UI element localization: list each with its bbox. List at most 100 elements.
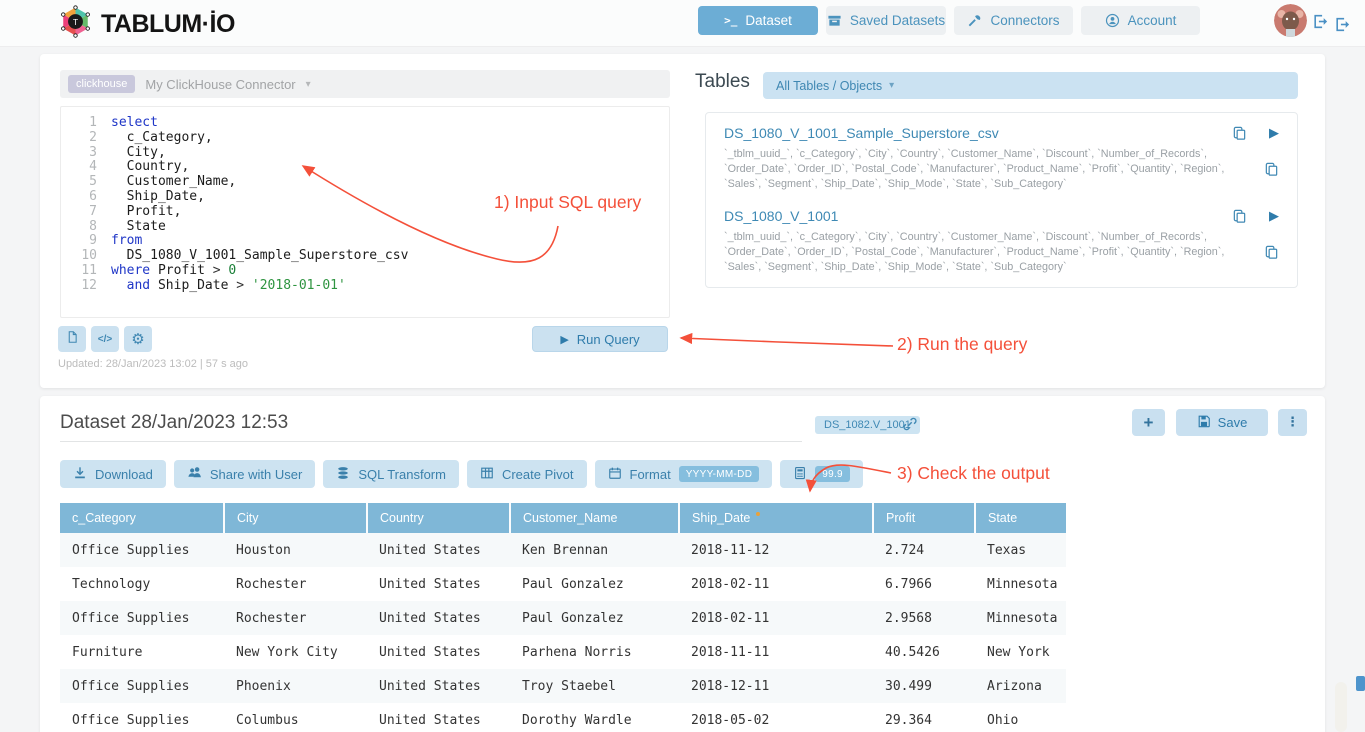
- table-link[interactable]: DS_1080_V_1001_Sample_Superstore_csv: [724, 125, 999, 141]
- column-header-ship-date[interactable]: Ship_Date: [679, 503, 873, 533]
- settings-button[interactable]: ⚙: [124, 326, 152, 352]
- annotation-step3: 3) Check the output: [897, 463, 1050, 484]
- table-cell: Furniture: [60, 635, 224, 669]
- share-label: Share with User: [210, 467, 302, 482]
- table-cell: Rochester: [224, 567, 367, 601]
- table-cell: 40.5426: [873, 635, 975, 669]
- table-cell: Phoenix: [224, 669, 367, 703]
- logo-text: TABLUM·İO: [101, 10, 235, 39]
- table-cell: United States: [367, 533, 510, 567]
- link-icon[interactable]: [902, 416, 918, 437]
- sql-transform-button[interactable]: SQL Transform: [323, 460, 459, 488]
- table-row[interactable]: Office SuppliesColumbusUnited StatesDoro…: [60, 703, 1066, 732]
- create-pivot-label: Create Pivot: [502, 467, 574, 482]
- download-label: Download: [95, 467, 153, 482]
- result-table: c_Category City Country Customer_Name Sh…: [60, 503, 1066, 732]
- table-cell: 30.499: [873, 669, 975, 703]
- kebab-icon: ⋮: [1286, 415, 1299, 430]
- updated-timestamp: Updated: 28/Jan/2023 13:02 | 57 s ago: [58, 358, 248, 370]
- navbar: T TABLUM·İO >_ Dataset Saved Datasets: [0, 0, 1365, 47]
- tab-account[interactable]: Account: [1081, 6, 1200, 35]
- copy-icon[interactable]: [1264, 162, 1279, 177]
- editor-gutter: 123456789101112: [61, 116, 111, 308]
- calendar-icon: [608, 466, 622, 483]
- table-row[interactable]: Office SuppliesHoustonUnited StatesKen B…: [60, 533, 1066, 567]
- table-cell: 2018-11-11: [679, 635, 873, 669]
- annotation-step2: 2) Run the query: [897, 334, 1027, 355]
- avatar[interactable]: [1274, 4, 1307, 37]
- wrench-icon: [967, 13, 982, 28]
- logout-icon[interactable]: [1312, 13, 1329, 35]
- column-header-profit[interactable]: Profit: [873, 503, 975, 533]
- new-file-button[interactable]: [58, 326, 86, 352]
- copy-icon[interactable]: [1232, 209, 1247, 224]
- tables-filter-label: All Tables / Objects: [776, 79, 882, 93]
- archive-icon: [827, 13, 842, 28]
- table-entry: DS_1080_V_1001_Sample_Superstore_csv ▶ `…: [724, 125, 1279, 192]
- connector-type-badge: clickhouse: [68, 75, 135, 93]
- logout-icon[interactable]: [1334, 16, 1351, 38]
- tab-connectors[interactable]: Connectors: [954, 6, 1073, 35]
- table-row[interactable]: FurnitureNew York CityUnited StatesParhe…: [60, 635, 1066, 669]
- precision-button[interactable]: 99.9: [780, 460, 863, 488]
- table-cell: Technology: [60, 567, 224, 601]
- table-cell: Minnesota: [975, 567, 1066, 601]
- download-icon: [73, 466, 87, 483]
- terminal-icon: >_: [724, 14, 737, 27]
- table-cell: Columbus: [224, 703, 367, 732]
- table-cell: New York: [975, 635, 1066, 669]
- run-query-label: Run Query: [577, 332, 640, 347]
- column-header-customer-name[interactable]: Customer_Name: [510, 503, 679, 533]
- logo[interactable]: T TABLUM·İO: [58, 4, 235, 44]
- logo-icon: T: [58, 4, 93, 44]
- table-cell: Paul Gonzalez: [510, 567, 679, 601]
- dataset-title: Dataset 28/Jan/2023 12:53: [60, 412, 288, 434]
- tables-filter-select[interactable]: All Tables / Objects ▾: [763, 72, 1298, 99]
- connector-selector[interactable]: clickhouse My ClickHouse Connector ▾: [60, 70, 670, 98]
- column-header-city[interactable]: City: [224, 503, 367, 533]
- tables-panel-title: Tables: [695, 71, 750, 93]
- save-button[interactable]: Save: [1176, 409, 1268, 436]
- column-header-country[interactable]: Country: [367, 503, 510, 533]
- play-icon[interactable]: ▶: [1269, 126, 1279, 141]
- dataset-section: Dataset 28/Jan/2023 12:53 DS_1082.V_1001…: [40, 396, 1325, 732]
- database-icon: [336, 466, 350, 483]
- table-row[interactable]: Office SuppliesRochesterUnited StatesPau…: [60, 601, 1066, 635]
- save-label: Save: [1218, 415, 1248, 430]
- table-cell: United States: [367, 703, 510, 732]
- table-cell: Office Supplies: [60, 669, 224, 703]
- table-cell: 2018-02-11: [679, 567, 873, 601]
- copy-icon[interactable]: [1264, 245, 1279, 260]
- table-cell: Arizona: [975, 669, 1066, 703]
- table-row[interactable]: TechnologyRochesterUnited StatesPaul Gon…: [60, 567, 1066, 601]
- download-button[interactable]: Download: [60, 460, 166, 488]
- table-cell: Office Supplies: [60, 533, 224, 567]
- more-options-button[interactable]: ⋮: [1278, 409, 1307, 436]
- run-query-button[interactable]: ▶ Run Query: [532, 326, 668, 352]
- copy-icon[interactable]: [1232, 126, 1247, 141]
- code-view-button[interactable]: </>: [91, 326, 119, 352]
- table-grid-icon: [480, 466, 494, 483]
- users-icon: [187, 465, 202, 483]
- scrollbar-thumb[interactable]: [1356, 676, 1365, 691]
- table-columns: `_tblm_uuid_`, `c_Category`, `City`, `Co…: [724, 230, 1229, 275]
- add-dataset-button[interactable]: +: [1132, 409, 1165, 436]
- tab-label: Account: [1128, 13, 1177, 28]
- table-cell: 2018-02-11: [679, 601, 873, 635]
- share-button[interactable]: Share with User: [174, 460, 315, 488]
- table-cell: United States: [367, 601, 510, 635]
- header-label: Ship_Date: [692, 511, 750, 525]
- tab-dataset[interactable]: >_ Dataset: [698, 6, 818, 35]
- column-header-c-category[interactable]: c_Category: [60, 503, 224, 533]
- create-pivot-button[interactable]: Create Pivot: [467, 460, 587, 488]
- column-header-state[interactable]: State: [975, 503, 1066, 533]
- format-button[interactable]: Format YYYY-MM-DD: [595, 460, 773, 488]
- table-link[interactable]: DS_1080_V_1001: [724, 208, 838, 224]
- play-icon[interactable]: ▶: [1269, 209, 1279, 224]
- sql-transform-label: SQL Transform: [358, 467, 446, 482]
- table-row[interactable]: Office SuppliesPhoenixUnited StatesTroy …: [60, 669, 1066, 703]
- table-cell: Office Supplies: [60, 601, 224, 635]
- scroll-track: [1335, 682, 1347, 732]
- tab-saved-datasets[interactable]: Saved Datasets: [826, 6, 946, 35]
- table-cell: United States: [367, 669, 510, 703]
